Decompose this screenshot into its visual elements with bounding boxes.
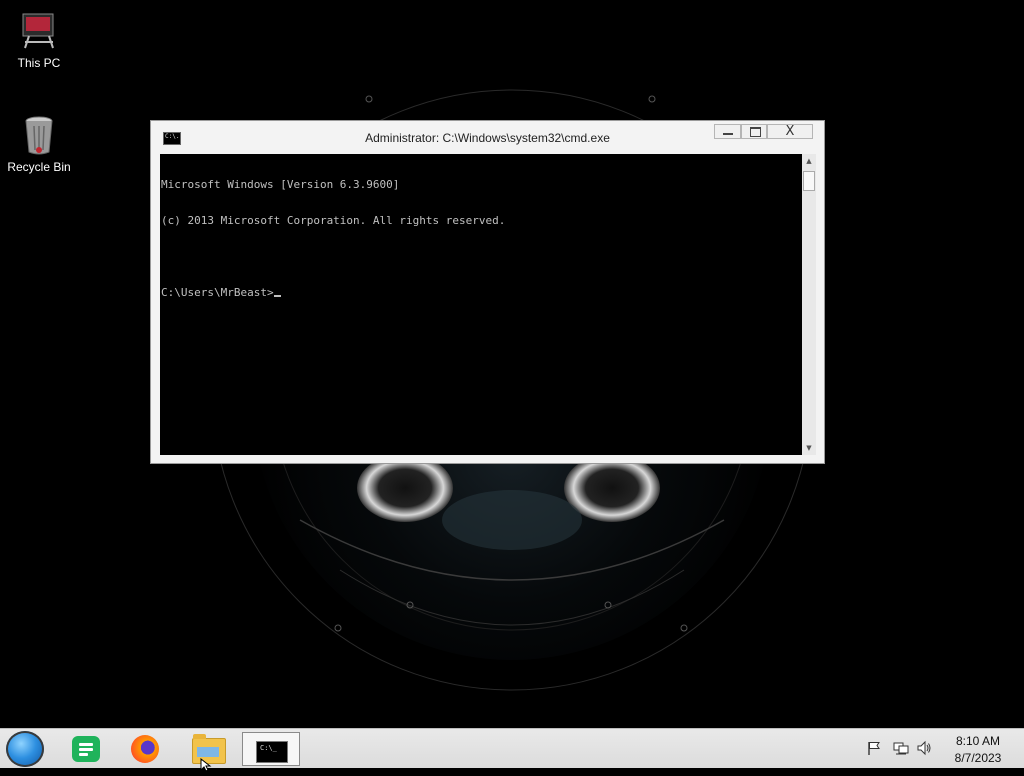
console-line: (c) 2013 Microsoft Corporation. All righ… [161,214,506,227]
minimize-button[interactable] [714,124,741,139]
console-output[interactable]: Microsoft Windows [Version 6.3.9600] (c)… [160,154,802,455]
desktop-icon-label: Recycle Bin [7,160,71,174]
firefox-icon [131,735,159,763]
notes-app-icon [72,736,100,762]
clock-time: 8:10 AM [955,734,1001,748]
console-prompt: C:\Users\MrBeast> [161,286,274,299]
volume-icon[interactable] [916,740,932,756]
console-prompt-line[interactable]: C:\Users\MrBeast> [161,287,802,299]
taskbar-command-prompt[interactable]: C:\_ [242,732,300,766]
taskbar: C:\_ 8:10 AM 8/7/2023 [0,728,1024,768]
scroll-up-arrow-icon[interactable]: ▲ [802,154,816,168]
desktop-icon-recycle-bin[interactable]: Recycle Bin [0,114,78,174]
network-icon[interactable] [893,740,909,756]
mouse-pointer-icon [200,757,212,772]
taskbar-clock[interactable]: 8:10 AM 8/7/2023 [940,733,1016,767]
clock-date: 8/7/2023 [954,751,1002,765]
taskbar-notes-app[interactable] [62,732,110,766]
taskbar-firefox[interactable] [122,732,170,766]
this-pc-icon [19,10,59,54]
desktop-icon-this-pc[interactable]: This PC [0,10,78,70]
desktop-icon-label: This PC [17,56,61,70]
maximize-button[interactable] [741,124,767,139]
scroll-thumb[interactable] [803,171,815,191]
minimize-icon [723,133,733,135]
system-tray [866,740,936,758]
start-button[interactable] [6,731,44,767]
text-cursor [273,295,281,297]
scroll-down-arrow-icon[interactable]: ▼ [802,441,816,455]
vertical-scrollbar[interactable]: ▲ ▼ [802,154,816,455]
window-titlebar[interactable]: Administrator: C:\Windows\system32\cmd.e… [151,121,824,153]
close-icon: X [785,124,795,139]
cmd-window[interactable]: Administrator: C:\Windows\system32\cmd.e… [150,120,825,464]
recycle-bin-icon [19,114,59,158]
cmd-icon: C:\_ [256,741,288,763]
maximize-icon [750,127,761,137]
console-line: Microsoft Windows [Version 6.3.9600] [161,178,400,191]
close-button[interactable]: X [767,124,813,139]
action-center-flag-icon[interactable] [866,740,882,756]
